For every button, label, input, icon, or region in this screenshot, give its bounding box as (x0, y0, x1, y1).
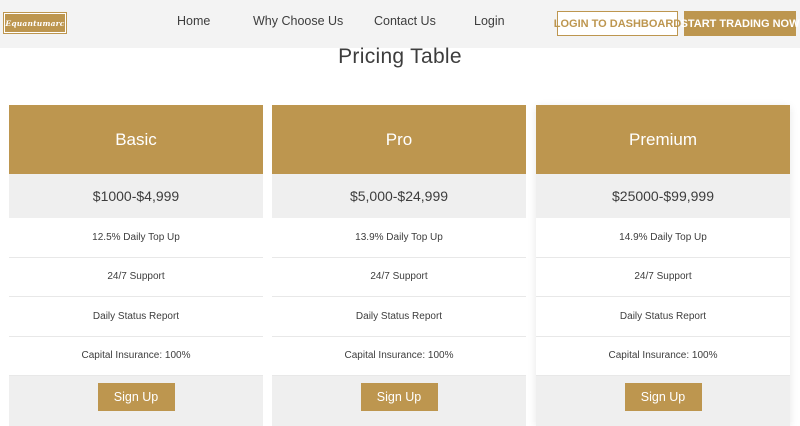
plan-feature-support: 24/7 Support (9, 258, 263, 297)
plan-feature-status-report: Daily Status Report (536, 297, 790, 337)
start-trading-button[interactable]: START TRADING NOW (681, 11, 799, 36)
site-header: Equantumarc Home Why Choose Us Contact U… (0, 0, 800, 48)
sign-up-button-basic[interactable]: Sign Up (97, 383, 175, 411)
plan-price: $5,000-$24,999 (272, 174, 526, 218)
pricing-card-basic: Basic $1000-$4,999 12.5% Daily Top Up 24… (9, 105, 263, 426)
plan-feature-daily-top-up: 13.9% Daily Top Up (272, 218, 526, 258)
plan-feature-status-report: Daily Status Report (272, 297, 526, 337)
plan-feature-capital-insurance: Capital Insurance: 100% (272, 337, 526, 376)
plan-feature-support: 24/7 Support (272, 258, 526, 297)
nav-contact-us[interactable]: Contact Us (374, 14, 436, 28)
logo[interactable]: Equantumarc (3, 12, 67, 34)
nav-home[interactable]: Home (177, 14, 210, 28)
plan-feature-capital-insurance: Capital Insurance: 100% (536, 337, 790, 376)
plan-feature-daily-top-up: 14.9% Daily Top Up (536, 218, 790, 258)
sign-up-button-premium[interactable]: Sign Up (624, 383, 702, 411)
plan-footer: Sign Up (272, 376, 526, 426)
nav-login[interactable]: Login (474, 14, 505, 28)
nav-why-choose-us[interactable]: Why Choose Us (253, 14, 343, 28)
plan-price: $1000-$4,999 (9, 174, 263, 218)
plan-footer: Sign Up (9, 376, 263, 426)
pricing-card-premium: Premium $25000-$99,999 14.9% Daily Top U… (536, 105, 790, 426)
plan-name: Premium (536, 105, 790, 174)
plan-feature-support: 24/7 Support (536, 258, 790, 297)
page-title: Pricing Table (338, 45, 462, 68)
plan-footer: Sign Up (536, 376, 790, 426)
plan-price: $25000-$99,999 (536, 174, 790, 218)
login-to-dashboard-button[interactable]: LOGIN TO DASHBOARD (554, 11, 681, 36)
plan-feature-status-report: Daily Status Report (9, 297, 263, 337)
pricing-card-pro: Pro $5,000-$24,999 13.9% Daily Top Up 24… (272, 105, 526, 426)
plan-name: Basic (9, 105, 263, 174)
plan-feature-daily-top-up: 12.5% Daily Top Up (9, 218, 263, 258)
plan-feature-capital-insurance: Capital Insurance: 100% (9, 337, 263, 376)
sign-up-button-pro[interactable]: Sign Up (360, 383, 438, 411)
plan-name: Pro (272, 105, 526, 174)
